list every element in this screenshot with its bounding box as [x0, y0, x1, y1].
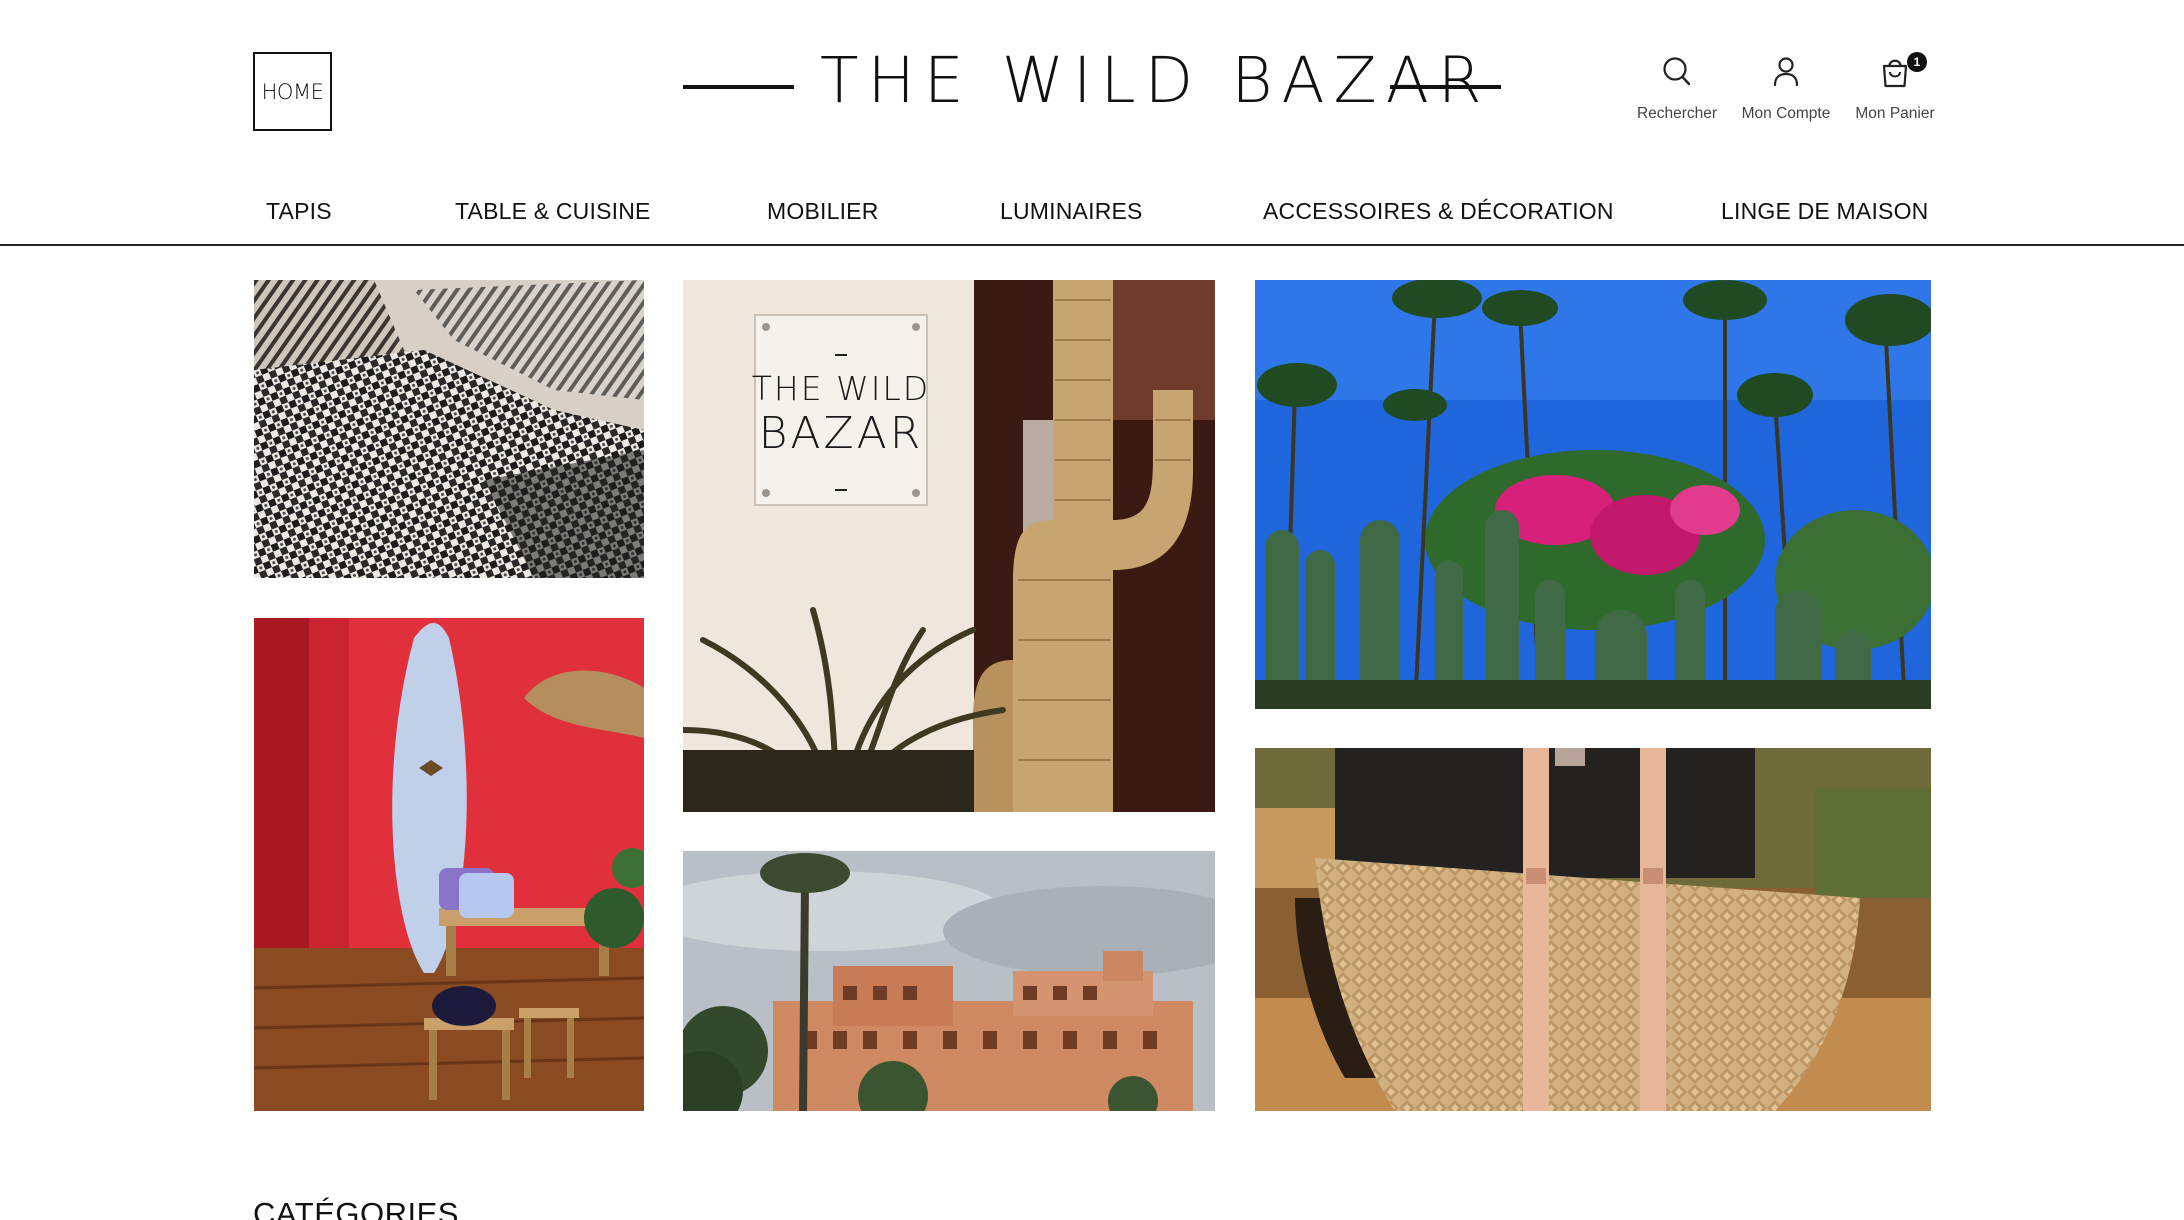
gallery-image-terrace[interactable] — [254, 618, 644, 1111]
search-button[interactable]: Rechercher — [1622, 55, 1732, 123]
title-rule-left — [683, 85, 794, 89]
user-icon — [1773, 57, 1799, 87]
gallery-image-basket[interactable] — [1255, 748, 1931, 1111]
sign-text-line2: BAZAR — [759, 408, 924, 459]
title-rule-right — [1390, 85, 1501, 89]
gallery-image-rugs[interactable] — [254, 280, 644, 578]
search-icon — [1663, 57, 1691, 86]
categories-heading: CATÉGORIES — [253, 1196, 459, 1220]
account-button[interactable]: Mon Compte — [1731, 55, 1841, 123]
cart-label: Mon Panier — [1855, 105, 1935, 122]
header-actions: Rechercher Mon Compte 1 Mon Panier — [1620, 52, 1940, 135]
gallery-image-building[interactable] — [683, 851, 1215, 1111]
brand-title[interactable]: THE WILD BAZAR — [820, 44, 1482, 117]
nav-item-tapis[interactable]: TAPIS — [266, 198, 332, 225]
home-logo[interactable]: HOME — [253, 52, 332, 131]
main-nav: TAPIS TABLE & CUISINE MOBILIER LUMINAIRE… — [0, 195, 2184, 247]
sign-text-line1: THE WILD — [752, 369, 930, 408]
nav-item-mobilier[interactable]: MOBILIER — [767, 198, 879, 225]
nav-item-table-cuisine[interactable]: TABLE & CUISINE — [455, 198, 651, 225]
nav-divider — [0, 244, 2184, 246]
nav-item-accessoires-decoration[interactable]: ACCESSOIRES & DÉCORATION — [1263, 198, 1614, 225]
cart-count-badge: 1 — [1907, 52, 1927, 72]
gallery-image-shop-sign[interactable]: THE WILD BAZAR — [683, 280, 1215, 812]
nav-item-luminaires[interactable]: LUMINAIRES — [1000, 198, 1143, 225]
search-label: Rechercher — [1636, 105, 1718, 122]
cart-button[interactable]: 1 Mon Panier — [1840, 52, 1950, 123]
nav-item-linge-de-maison[interactable]: LINGE DE MAISON — [1721, 198, 1928, 225]
account-label: Mon Compte — [1741, 105, 1831, 122]
gallery-image-palm-garden[interactable] — [1255, 280, 1931, 709]
